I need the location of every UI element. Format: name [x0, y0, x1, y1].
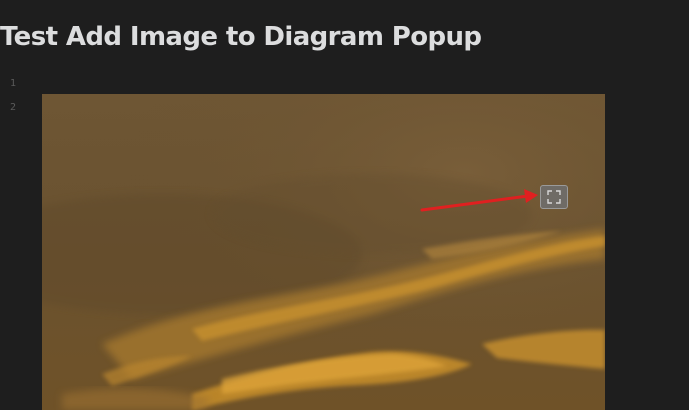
editor-pane: Test Add Image to Diagram Popup 1 2: [0, 0, 689, 410]
line-number-1: 1: [9, 78, 16, 89]
expand-icon: [547, 190, 561, 204]
embedded-image[interactable]: [42, 94, 605, 410]
page-title: Test Add Image to Diagram Popup: [0, 22, 482, 52]
line-number-2: 2: [9, 102, 16, 113]
sunset-sky-photo: [42, 94, 605, 410]
expand-image-button[interactable]: [540, 185, 568, 209]
